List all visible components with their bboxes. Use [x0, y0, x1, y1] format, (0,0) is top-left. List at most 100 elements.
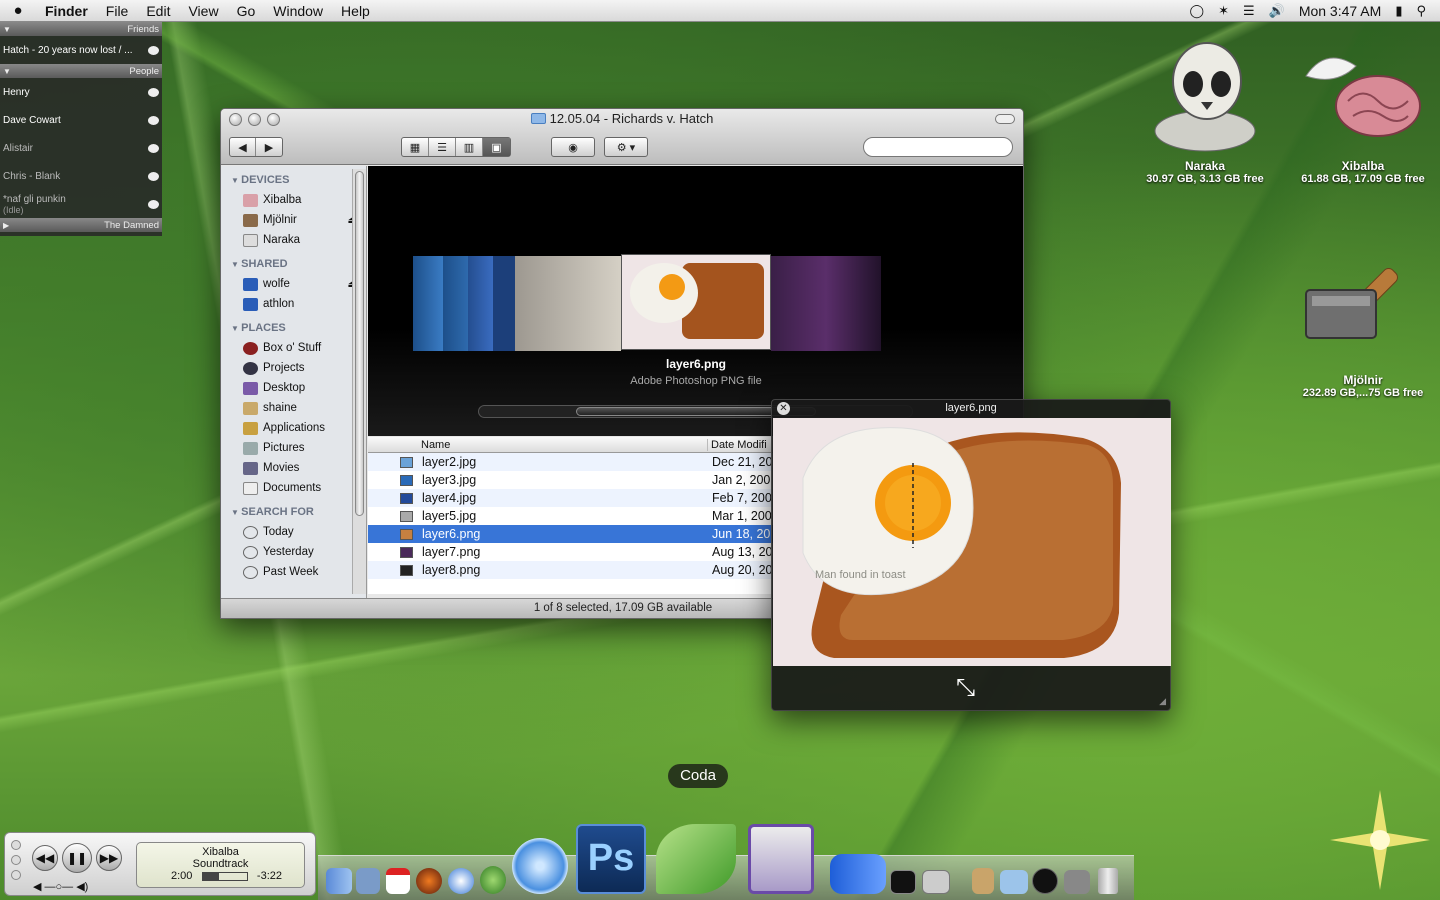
quick-look-title-bar[interactable]: ✕ layer6.png	[772, 400, 1170, 417]
chat-bubble-icon[interactable]: ◯	[1190, 3, 1205, 19]
finder-dock-icon[interactable]	[326, 868, 352, 894]
disclosure-triangle-icon[interactable]: ▼	[3, 25, 11, 34]
cover-item[interactable]	[515, 256, 621, 351]
search-input[interactable]	[863, 137, 1013, 157]
spotlight-search-icon[interactable]: ⚲	[1416, 3, 1426, 19]
menu-file[interactable]: File	[97, 3, 138, 19]
sidebar-header-shared[interactable]: SHARED	[221, 254, 366, 274]
cover-item[interactable]	[468, 256, 493, 351]
coda-dock-icon[interactable]	[656, 824, 736, 894]
sidebar-item-applications[interactable]: Applications	[221, 418, 366, 438]
desktop-drive-mjolnir[interactable]: Mjölnir 232.89 GB,...75 GB free	[1298, 240, 1428, 399]
progress-bar[interactable]	[201, 872, 248, 881]
contact-item[interactable]: Dave Cowart	[0, 106, 162, 134]
group-people[interactable]: ▼ People	[0, 64, 162, 78]
sidebar-item-mjolnir[interactable]: Mjölnir⏏	[221, 210, 366, 230]
terminal-dock-icon[interactable]	[890, 870, 916, 894]
calendar-dock-icon[interactable]	[386, 868, 410, 894]
apple-menu-icon[interactable]: ●	[0, 2, 36, 19]
column-header-name[interactable]: Name	[368, 438, 708, 451]
action-menu-button[interactable]: ⚙ ▾	[604, 137, 648, 157]
sidebar-item-projects[interactable]: Projects	[221, 358, 366, 378]
menu-edit[interactable]: Edit	[137, 3, 179, 19]
quick-look-button[interactable]: ◉	[551, 137, 595, 157]
cover-item[interactable]	[413, 256, 443, 351]
safari-dock-icon[interactable]	[448, 868, 474, 894]
cover-flow-view[interactable]: layer6.png Adobe Photoshop PNG file	[368, 166, 1023, 436]
sidebar-item-box-o-stuff[interactable]: Box o' Stuff	[221, 338, 366, 358]
bluetooth-icon[interactable]: ✶	[1218, 3, 1229, 19]
cover-item[interactable]	[771, 256, 881, 351]
desktop-drive-naraka[interactable]: Naraka 30.97 GB, 3.13 GB free	[1140, 36, 1270, 185]
battery-icon[interactable]: ▮	[1395, 3, 1402, 19]
sidebar-item-athlon[interactable]: athlon	[221, 294, 366, 314]
sidebar-item-pictures[interactable]: Pictures	[221, 438, 366, 458]
menu-go[interactable]: Go	[228, 3, 265, 19]
contact-item[interactable]: Alistair	[0, 134, 162, 162]
list-view-button[interactable]: ☰	[429, 138, 456, 156]
sidebar-item-documents[interactable]: Documents	[221, 478, 366, 498]
fast-forward-button[interactable]: ▶▶	[96, 845, 122, 871]
menu-window[interactable]: Window	[264, 3, 332, 19]
group-the-damned[interactable]: ▶ The Damned	[0, 218, 162, 232]
cover-item[interactable]	[443, 256, 468, 351]
downloads-folder-dock-icon[interactable]	[1000, 870, 1028, 894]
close-icon[interactable]: ✕	[777, 402, 790, 415]
back-button[interactable]: ◀	[230, 138, 257, 156]
activity-monitor-dock-icon[interactable]	[922, 870, 950, 894]
volume-slider[interactable]: ◀ —○— ◀)	[33, 880, 88, 893]
cover-flow-button[interactable]: ▣	[483, 138, 510, 156]
contact-item[interactable]: Hatch - 20 years now lost / ...	[0, 36, 162, 64]
forward-button[interactable]: ▶	[256, 138, 282, 156]
resize-grip-icon[interactable]: ◢	[1159, 696, 1166, 707]
window-toolbar[interactable]: 12.05.04 - Richards v. Hatch ◀ ▶ ▦ ☰ ▥ ▣…	[221, 109, 1023, 165]
volume-icon[interactable]: 🔊	[1269, 3, 1285, 19]
sidebar-item-wolfe[interactable]: wolfe⏏	[221, 274, 366, 294]
mail-dock-icon[interactable]	[356, 868, 380, 894]
disclosure-triangle-icon[interactable]: ▶	[3, 221, 9, 230]
minimize-button[interactable]	[11, 855, 21, 865]
icon-view-button[interactable]: ▦	[402, 138, 429, 156]
desktop-drive-xibalba[interactable]: Xibalba 61.88 GB, 17.09 GB free	[1298, 36, 1428, 185]
contact-item[interactable]: Chris - Blank	[0, 162, 162, 190]
disclosure-triangle-icon[interactable]: ▼	[3, 67, 11, 76]
word-dock-icon[interactable]	[830, 854, 886, 894]
sidebar-item-today[interactable]: Today	[221, 522, 366, 542]
sidebar-item-xibalba[interactable]: Xibalba	[221, 190, 366, 210]
sidebar-item-past-week[interactable]: Past Week	[221, 562, 366, 582]
zoom-button[interactable]	[11, 870, 21, 880]
contact-item[interactable]: Henry	[0, 78, 162, 106]
wifi-icon[interactable]: ☰	[1243, 3, 1255, 19]
sidebar-item-naraka[interactable]: Naraka	[221, 230, 366, 250]
sidebar-header-devices[interactable]: DEVICES	[221, 170, 366, 190]
sidebar-item-desktop[interactable]: Desktop	[221, 378, 366, 398]
app-dock-icon[interactable]	[1064, 870, 1090, 894]
app-menu[interactable]: Finder	[36, 3, 97, 19]
clock[interactable]: Mon 3:47 AM	[1299, 3, 1382, 19]
sidebar-item-shaine[interactable]: shaine	[221, 398, 366, 418]
preferences-dock-icon[interactable]	[748, 824, 814, 894]
sidebar-header-search-for[interactable]: SEARCH FOR	[221, 502, 366, 522]
documents-stack-dock-icon[interactable]	[972, 868, 994, 894]
toolbar-toggle-button[interactable]	[995, 114, 1015, 124]
rewind-button[interactable]: ◀◀	[32, 845, 58, 871]
trash-dock-icon[interactable]	[1098, 868, 1118, 894]
scrollbar-thumb[interactable]	[355, 171, 364, 516]
contact-item[interactable]: *naf gli punkin (Idle)	[0, 190, 162, 218]
sidebar-item-movies[interactable]: Movies	[221, 458, 366, 478]
group-friends[interactable]: ▼ Friends	[0, 22, 162, 36]
pause-button[interactable]: ❚❚	[62, 843, 92, 873]
sidebar-item-yesterday[interactable]: Yesterday	[221, 542, 366, 562]
close-button[interactable]	[11, 840, 21, 850]
column-view-button[interactable]: ▥	[456, 138, 483, 156]
firefox-dock-icon[interactable]	[416, 868, 442, 894]
column-header-date[interactable]: Date Modifi	[708, 439, 767, 451]
sidebar-scrollbar[interactable]	[352, 169, 366, 594]
cover-item-selected[interactable]	[621, 254, 771, 350]
app-dock-icon[interactable]	[1032, 868, 1058, 894]
photoshop-dock-icon[interactable]: Ps	[576, 824, 646, 894]
adium-dock-icon[interactable]	[480, 866, 506, 894]
fullscreen-icon[interactable]: ⤡	[956, 674, 975, 702]
menu-view[interactable]: View	[179, 3, 227, 19]
sidebar-header-places[interactable]: PLACES	[221, 318, 366, 338]
